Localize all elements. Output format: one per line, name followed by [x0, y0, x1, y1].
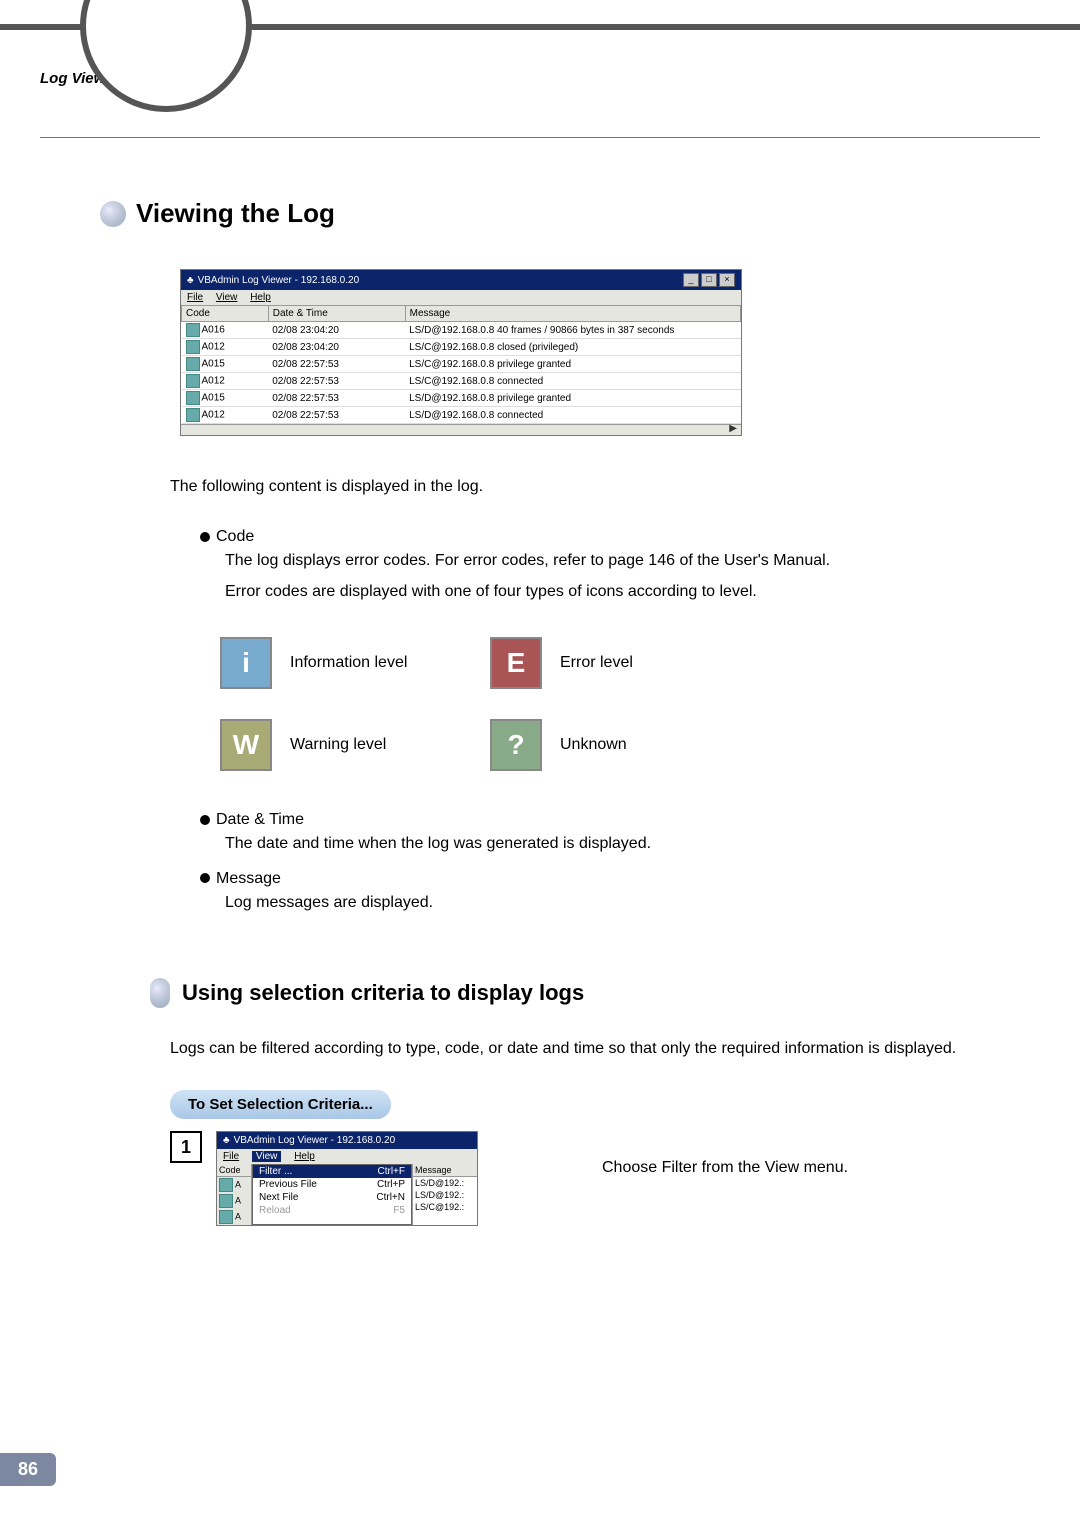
procedure-label: To Set Selection Criteria... — [170, 1090, 391, 1119]
menu-help: Help — [294, 1151, 315, 1162]
menu-view: View — [216, 292, 238, 303]
view-dropdown: Filter ...Ctrl+F Previous FileCtrl+P Nex… — [252, 1164, 412, 1225]
intro-text: The following content is displayed in th… — [170, 476, 1040, 498]
table-row: A01502/08 22:57:53LS/D@192.168.0.8 privi… — [182, 390, 741, 407]
scrollbar — [181, 424, 741, 435]
col-message: Message — [405, 306, 740, 322]
minimize-icon: _ — [683, 273, 699, 287]
warning-level-icon: W — [220, 719, 272, 771]
cell: LS/D@192.: — [413, 1177, 477, 1189]
window-title: VBAdmin Log Viewer - 192.168.0.20 — [234, 1135, 396, 1146]
bullet-icon — [200, 815, 210, 825]
error-level-label: Error level — [560, 654, 760, 672]
menu-item-next-file: Next FileCtrl+N — [253, 1191, 411, 1204]
title-bar: ♣ VBAdmin Log Viewer - 192.168.0.20 _ □ … — [181, 270, 741, 290]
col-code: Code — [182, 306, 269, 322]
table-header-row: Code Date & Time Message — [182, 306, 741, 322]
info-icon — [219, 1210, 233, 1224]
date-desc: The date and time when the log was gener… — [225, 829, 1015, 859]
warning-level-label: Warning level — [290, 736, 490, 754]
info-icon — [219, 1178, 233, 1192]
bullet-icon — [200, 873, 210, 883]
bullet-icon — [200, 532, 210, 542]
title-bar: ♣ VBAdmin Log Viewer - 192.168.0.20 — [217, 1132, 477, 1149]
unknown-level-label: Unknown — [560, 736, 760, 754]
col-message-small: Message — [413, 1164, 477, 1177]
menu-file: File — [223, 1151, 239, 1162]
section-bullet-icon — [100, 201, 126, 227]
page-corner-arc — [80, 0, 252, 112]
table-row: A01502/08 22:57:53LS/C@192.168.0.8 privi… — [182, 356, 741, 373]
menu-item-reload: ReloadF5 — [253, 1204, 411, 1217]
window-controls: _ □ × — [683, 273, 735, 287]
table-row: A01602/08 23:04:20LS/D@192.168.0.8 40 fr… — [182, 322, 741, 339]
information-level-icon: i — [220, 637, 272, 689]
code-desc: The log displays error codes. For error … — [225, 546, 1015, 607]
col-datetime: Date & Time — [268, 306, 405, 322]
table-row: A01202/08 23:04:20LS/C@192.168.0.8 close… — [182, 339, 741, 356]
maximize-icon: □ — [701, 273, 717, 287]
icon-legend: i Information level E Error level W Warn… — [220, 637, 1040, 771]
document-page: Log Viewer Viewing the Log ♣ VBAdmin Log… — [0, 0, 1080, 1526]
info-icon — [186, 357, 200, 371]
table-row: A01202/08 22:57:53LS/D@192.168.0.8 conne… — [182, 407, 741, 424]
information-level-label: Information level — [290, 654, 490, 672]
app-icon: ♣ — [223, 1135, 230, 1146]
menu-view-open: View — [252, 1151, 282, 1162]
menu-item-previous-file: Previous FileCtrl+P — [253, 1178, 411, 1191]
menu-file: File — [187, 292, 203, 303]
section-heading-row: Viewing the Log — [100, 198, 1040, 229]
info-icon — [186, 374, 200, 388]
info-icon — [219, 1194, 233, 1208]
subsection-title: Using selection criteria to display logs — [182, 980, 584, 1006]
subsection-intro: Logs can be filtered according to type, … — [170, 1038, 1040, 1060]
step-1: 1 ♣ VBAdmin Log Viewer - 192.168.0.20 Fi… — [170, 1131, 1040, 1226]
info-icon — [186, 323, 200, 337]
col-code-small: Code — [217, 1164, 251, 1177]
menu-bar: File View Help — [217, 1149, 477, 1164]
menu-bar: File View Help — [181, 290, 741, 305]
menu-help: Help — [250, 292, 271, 303]
header-divider — [40, 137, 1040, 138]
window-title: VBAdmin Log Viewer - 192.168.0.20 — [198, 275, 360, 286]
item-message: Message — [200, 870, 1040, 888]
subsection-heading-row: Using selection criteria to display logs — [150, 978, 1040, 1008]
close-icon: × — [719, 273, 735, 287]
view-menu-screenshot: ♣ VBAdmin Log Viewer - 192.168.0.20 File… — [216, 1131, 478, 1226]
subsection-bullet-icon — [150, 978, 170, 1008]
table-row: A01202/08 22:57:53LS/C@192.168.0.8 conne… — [182, 373, 741, 390]
unknown-level-icon: ? — [490, 719, 542, 771]
menu-item-filter: Filter ...Ctrl+F — [253, 1165, 411, 1178]
message-desc: Log messages are displayed. — [225, 888, 1015, 918]
log-table: Code Date & Time Message A01602/08 23:04… — [181, 305, 741, 424]
step-number: 1 — [170, 1131, 202, 1163]
cell: LS/D@192.: — [413, 1189, 477, 1201]
info-icon — [186, 408, 200, 422]
app-icon: ♣ — [187, 275, 194, 286]
item-date: Date & Time — [200, 811, 1040, 829]
section-title: Viewing the Log — [136, 198, 335, 229]
cell: LS/C@192.: — [413, 1201, 477, 1213]
info-icon — [186, 391, 200, 405]
page-number: 86 — [0, 1453, 56, 1486]
item-code: Code — [200, 528, 1040, 546]
log-viewer-window-screenshot: ♣ VBAdmin Log Viewer - 192.168.0.20 _ □ … — [180, 269, 742, 436]
error-level-icon: E — [490, 637, 542, 689]
info-icon — [186, 340, 200, 354]
step-instruction: Choose Filter from the View menu. — [602, 1159, 848, 1177]
